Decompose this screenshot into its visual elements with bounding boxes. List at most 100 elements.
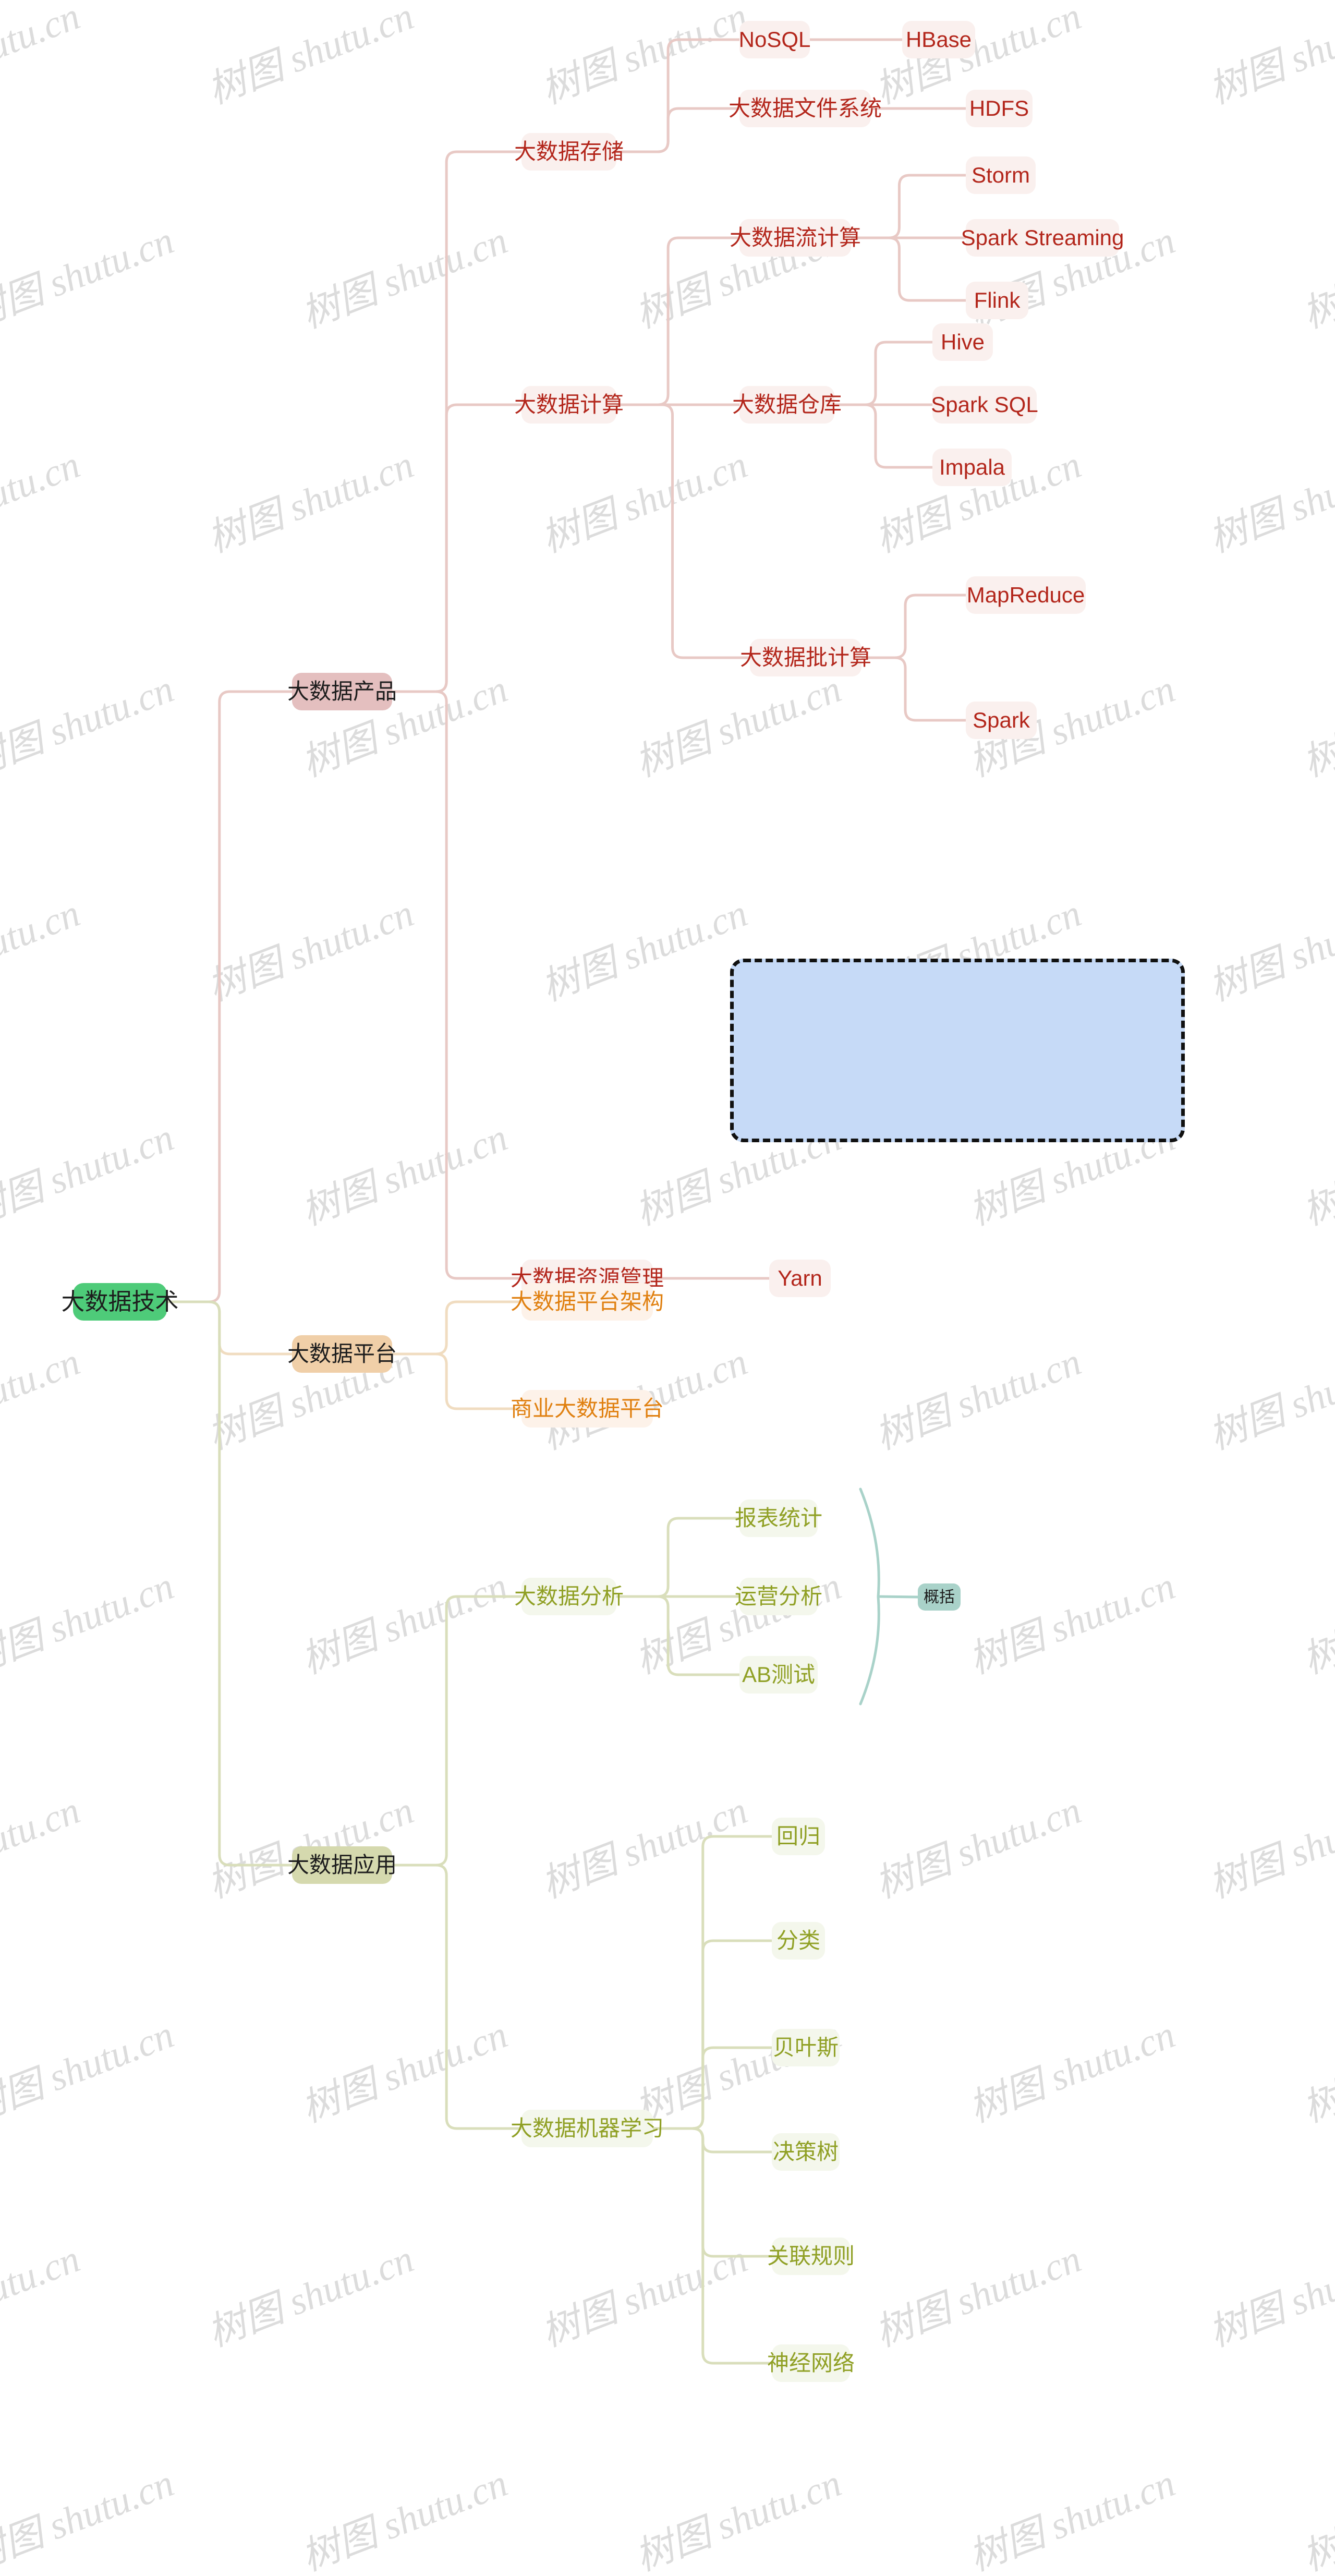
- connector-line: [849, 174, 967, 239]
- mindmap-node-大数据机器学习[interactable]: 大数据机器学习: [511, 2110, 664, 2147]
- node-label: 概括: [924, 1588, 955, 1606]
- connector-line: [165, 690, 294, 1303]
- watermark-text: 树图 shutu.cn: [1297, 2462, 1335, 2576]
- mindmap-node-Spark SQL[interactable]: Spark SQL: [931, 386, 1038, 424]
- connector-line: [651, 1939, 773, 2130]
- node-label: 大数据计算: [514, 392, 624, 417]
- watermark-text: 树图 shutu.cn: [963, 1564, 1181, 1683]
- watermark-text: 树图 shutu.cn: [0, 443, 86, 561]
- mindmap-node-报表统计[interactable]: 报表统计: [735, 1499, 822, 1537]
- node-label: 大数据仓库: [732, 392, 842, 417]
- mindmap-root-node[interactable]: 大数据技术: [62, 1283, 179, 1321]
- mindmap-node-决策树[interactable]: 决策树: [772, 2133, 840, 2171]
- connector-line: [615, 236, 741, 406]
- connector-line: [615, 403, 751, 659]
- mindmap-node-大数据仓库[interactable]: 大数据仓库: [732, 386, 842, 424]
- watermark-text: 树图 shutu.cn: [629, 2461, 847, 2576]
- watermark-layer: 树图 shutu.cn树图 shutu.cn树图 shutu.cn树图 shut…: [0, 0, 1335, 2576]
- watermark-text: 树图 shutu.cn: [296, 1564, 514, 1683]
- connector-line: [833, 341, 934, 406]
- node-label: 大数据平台架构: [511, 1289, 664, 1314]
- mindmap-node-大数据文件系统[interactable]: 大数据文件系统: [729, 90, 882, 127]
- mindmap-node-NoSQL[interactable]: NoSQL: [739, 21, 810, 58]
- connector-line: [391, 1864, 523, 2130]
- watermark-text: 树图 shutu.cn: [0, 891, 86, 1009]
- node-label: AB测试: [742, 1662, 816, 1687]
- node-label: 商业大数据平台: [511, 1396, 664, 1421]
- node-label: MapReduce: [966, 582, 1085, 607]
- mindmap-node-运营分析[interactable]: 运营分析: [735, 1578, 822, 1615]
- mindmap-node-大数据流计算[interactable]: 大数据流计算: [730, 219, 861, 257]
- mindmap-node-回归[interactable]: 回归: [772, 1818, 825, 1855]
- watermark-text: 树图 shutu.cn: [1297, 668, 1335, 785]
- mindmap-node-HBase[interactable]: HBase: [902, 21, 975, 58]
- mindmap-node-MapReduce[interactable]: MapReduce: [966, 576, 1086, 614]
- connector-layer: [165, 38, 967, 2365]
- watermark-text: 树图 shutu.cn: [1297, 1565, 1335, 1683]
- watermark-text: 树图 shutu.cn: [0, 1116, 180, 1234]
- connector-line: [860, 656, 967, 722]
- mindmap-node-商业大数据平台[interactable]: 商业大数据平台: [511, 1390, 664, 1428]
- watermark-text: 树图 shutu.cn: [1203, 0, 1335, 113]
- mindmap-node-分类[interactable]: 分类: [772, 1922, 825, 1960]
- node-label: HDFS: [969, 95, 1029, 120]
- mindmap-node-大数据计算[interactable]: 大数据计算: [514, 386, 624, 424]
- watermark-text: 树图 shutu.cn: [869, 1788, 1087, 1907]
- mindmap-node-贝叶斯[interactable]: 贝叶斯: [772, 2029, 840, 2066]
- connector-line: [165, 1300, 294, 1356]
- node-label: 大数据存储: [514, 139, 624, 164]
- mindmap-node-大数据平台架构[interactable]: 大数据平台架构: [511, 1283, 664, 1321]
- mindmap-node-关联规则[interactable]: 关联规则: [767, 2238, 855, 2275]
- mindmap-node-大数据平台[interactable]: 大数据平台: [287, 1335, 397, 1373]
- node-label: 大数据机器学习: [511, 2115, 664, 2140]
- mindmap-node-Flink[interactable]: Flink: [966, 282, 1028, 319]
- watermark-text: 树图 shutu.cn: [536, 891, 754, 1010]
- highlight-region-batch-computing: [730, 959, 1185, 1142]
- watermark-text: 树图 shutu.cn: [0, 667, 180, 785]
- mindmap-node-HDFS[interactable]: HDFS: [966, 90, 1033, 127]
- mindmap-node-大数据分析[interactable]: 大数据分析: [514, 1578, 624, 1615]
- node-label: Storm: [972, 162, 1030, 187]
- mindmap-node-大数据批计算[interactable]: 大数据批计算: [740, 639, 871, 676]
- node-label: 运营分析: [735, 1583, 823, 1609]
- watermark-text: 树图 shutu.cn: [536, 1788, 754, 1907]
- node-label: Flink: [974, 287, 1021, 312]
- watermark-text: 树图 shutu.cn: [0, 219, 180, 337]
- node-label: 大数据批计算: [740, 645, 872, 670]
- watermark-text: 树图 shutu.cn: [0, 2461, 180, 2576]
- watermark-text: 树图 shutu.cn: [1203, 1340, 1335, 1458]
- mindmap-node-Spark Streaming[interactable]: Spark Streaming: [961, 219, 1124, 257]
- node-label: Spark Streaming: [961, 225, 1124, 250]
- mindmap-node-大数据产品[interactable]: 大数据产品: [287, 673, 397, 710]
- node-label: HBase: [905, 27, 972, 52]
- connector-line: [391, 403, 523, 693]
- connector-line: [849, 236, 967, 302]
- node-label: Spark: [973, 707, 1030, 732]
- connector-line: [391, 150, 523, 693]
- watermark-text: 树图 shutu.cn: [0, 2237, 86, 2355]
- watermark-text: 树图 shutu.cn: [296, 219, 514, 337]
- mindmap-node-Hive[interactable]: Hive: [932, 323, 993, 361]
- watermark-text: 树图 shutu.cn: [869, 1340, 1087, 1458]
- node-label: Spark SQL: [931, 392, 1038, 417]
- connector-line: [651, 2127, 773, 2365]
- mindmap-node-Storm[interactable]: Storm: [966, 156, 1036, 194]
- node-label: 神经网络: [767, 2350, 855, 2375]
- mindmap-node-Yarn[interactable]: Yarn: [769, 1260, 831, 1297]
- node-label: 分类: [776, 1928, 821, 1953]
- mindmap-node-大数据存储[interactable]: 大数据存储: [514, 133, 624, 171]
- mindmap-node-Impala[interactable]: Impala: [932, 449, 1012, 486]
- watermark-text: 树图 shutu.cn: [869, 2237, 1087, 2355]
- mindmap-node-Spark[interactable]: Spark: [966, 702, 1037, 739]
- node-label: 大数据平台: [287, 1341, 397, 1366]
- node-label: Hive: [940, 329, 985, 354]
- mindmap-node-神经网络[interactable]: 神经网络: [767, 2344, 855, 2382]
- connector-line: [859, 1487, 880, 1706]
- mindmap-node-AB测试[interactable]: AB测试: [739, 1656, 818, 1694]
- mindmap-summary-node[interactable]: 概括: [918, 1583, 961, 1611]
- watermark-text: 树图 shutu.cn: [536, 443, 754, 561]
- watermark-text: 树图 shutu.cn: [296, 2461, 514, 2576]
- mindmap-node-大数据应用[interactable]: 大数据应用: [287, 1846, 397, 1884]
- node-label: NoSQL: [738, 27, 811, 52]
- watermark-text: 树图 shutu.cn: [536, 2237, 754, 2355]
